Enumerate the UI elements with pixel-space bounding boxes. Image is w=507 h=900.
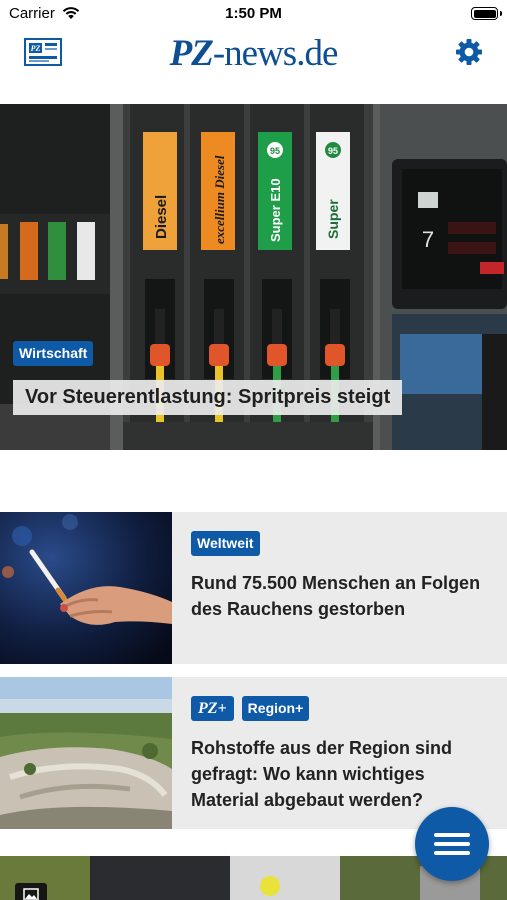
hero-title[interactable]: Vor Steuerentlastung: Spritpreis steigt bbox=[13, 380, 403, 415]
battery-icon bbox=[471, 7, 498, 20]
status-bar: Carrier 1:50 PM bbox=[0, 0, 507, 28]
category-tag[interactable]: Weltweit bbox=[191, 531, 260, 556]
article-card[interactable]: PZ+ Region+ Rohstoffe aus der Region sin… bbox=[0, 677, 507, 829]
svg-text:7: 7 bbox=[422, 227, 434, 252]
pump-badge-e10: 95 bbox=[270, 146, 280, 156]
hero-category-tag-wrap: Wirtschaft bbox=[13, 341, 94, 366]
hamburger-menu-icon bbox=[434, 833, 470, 837]
logo-domain: -news.de bbox=[212, 33, 339, 74]
hero-article[interactable]: 7 95 95 Diesel excellium Diesel Super E1… bbox=[0, 104, 507, 450]
menu-fab-button[interactable] bbox=[415, 807, 489, 881]
article-tags: Weltweit bbox=[191, 531, 493, 556]
pump-badge-super: 95 bbox=[328, 146, 338, 156]
article-card-body: PZ+ Region+ Rohstoffe aus der Region sin… bbox=[191, 696, 493, 813]
pump-label-diesel: Diesel bbox=[153, 195, 170, 239]
clock: 1:50 PM bbox=[225, 5, 282, 22]
pump-label-super: Super bbox=[325, 199, 341, 239]
article-thumbnail bbox=[0, 677, 172, 829]
logo-pz: PZ bbox=[169, 33, 214, 74]
article-tags: PZ+ Region+ bbox=[191, 696, 493, 721]
hamburger-menu-icon bbox=[434, 851, 470, 855]
app-header: PZ PZ-news.de bbox=[0, 28, 507, 104]
category-tag[interactable]: Region+ bbox=[241, 696, 310, 721]
article-thumbnail bbox=[0, 512, 172, 664]
photo-icon bbox=[15, 883, 47, 900]
pz-plus-badge: PZ+ bbox=[191, 696, 234, 721]
article-title[interactable]: Rohstoffe aus der Region sind gefragt: W… bbox=[191, 735, 493, 813]
app-logo: PZ-news.de bbox=[0, 32, 507, 75]
article-title[interactable]: Rund 75.500 Menschen an Folgen des Rauch… bbox=[191, 570, 493, 622]
pump-label-e10: Super E10 bbox=[268, 178, 283, 242]
pump-label-excellium: excellium Diesel bbox=[212, 155, 227, 244]
hero-category-tag[interactable]: Wirtschaft bbox=[13, 341, 94, 366]
article-card[interactable]: Weltweit Rund 75.500 Menschen an Folgen … bbox=[0, 512, 507, 664]
gear-icon[interactable] bbox=[455, 38, 483, 66]
article-card-body: Weltweit Rund 75.500 Menschen an Folgen … bbox=[191, 531, 493, 622]
hamburger-menu-icon bbox=[434, 842, 470, 846]
